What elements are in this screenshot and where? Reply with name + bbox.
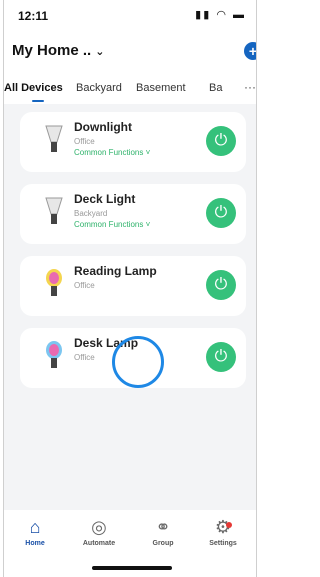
device-name: Downlight (74, 120, 132, 134)
device-card-reading-lamp[interactable]: Reading Lamp Office ⏻ (20, 256, 246, 316)
reading-lamp-bulb-icon (46, 269, 62, 296)
chevron-down-icon: ⌄ (95, 46, 105, 58)
room-tabs: All Devices Backyard Basement Ba ··· (4, 72, 256, 104)
wifi-icon: ◠ (216, 9, 228, 21)
touch-indicator (112, 336, 164, 388)
home-selector[interactable]: My Home .. ⌄ (12, 42, 104, 59)
home-icon: ⌂ (29, 517, 41, 537)
common-functions-link[interactable]: Common Functions ˅ (74, 220, 150, 229)
nav-settings-label: Settings (209, 540, 237, 547)
power-toggle-button[interactable]: ⏻ (206, 126, 236, 156)
tab-partial[interactable]: Ba (209, 82, 222, 94)
nav-home[interactable]: ⌂ Home (10, 518, 60, 547)
group-icon: ⚭ (155, 517, 171, 537)
common-functions-link[interactable]: Common Functions ˅ (74, 148, 150, 157)
add-device-button[interactable]: + (244, 42, 256, 60)
power-toggle-button[interactable]: ⏻ (206, 198, 236, 228)
gear-icon: ⚙ (214, 517, 232, 537)
device-room: Office (74, 281, 95, 290)
power-toggle-button[interactable]: ⏻ (206, 342, 236, 372)
status-time: 12:11 (18, 9, 49, 23)
deck-light-bulb-icon (45, 197, 63, 224)
automate-icon: ◎ (91, 517, 107, 537)
device-name: Reading Lamp (74, 264, 157, 278)
desk-lamp-bulb-icon (46, 341, 62, 368)
header: My Home .. ⌄ + (4, 30, 256, 78)
notification-dot (226, 522, 232, 528)
home-indicator (92, 566, 172, 570)
tab-basement[interactable]: Basement (136, 82, 186, 94)
device-card-deck-light[interactable]: Deck Light Backyard Common Functions ˅ ⏻ (20, 184, 246, 244)
status-bar: 12:11 ▮▮ ◠ ▬ (4, 0, 256, 30)
more-tabs-icon[interactable]: ··· (244, 80, 256, 94)
tab-all-devices[interactable]: All Devices (4, 82, 63, 94)
nav-automate[interactable]: ◎ Automate (74, 518, 124, 547)
nav-home-label: Home (25, 540, 45, 547)
nav-automate-label: Automate (82, 540, 116, 547)
device-room: Office (74, 137, 95, 146)
phone-frame: 12:11 ▮▮ ◠ ▬ My Home .. ⌄ + All Devices B… (3, 0, 257, 577)
nav-settings[interactable]: ⚙ Settings (198, 518, 248, 547)
battery-icon: ▬ (233, 9, 246, 21)
signal-icon: ▮▮ (195, 9, 212, 21)
status-icons: ▮▮ ◠ ▬ (195, 8, 246, 21)
downlight-bulb-icon (45, 125, 63, 152)
power-toggle-button[interactable]: ⏻ (206, 270, 236, 300)
nav-group-label: Group (152, 540, 174, 547)
device-card-downlight[interactable]: Downlight Office Common Functions ˅ ⏻ (20, 112, 246, 172)
device-room: Backyard (74, 209, 108, 218)
tab-backyard[interactable]: Backyard (76, 82, 122, 94)
nav-group[interactable]: ⚭ Group (138, 518, 188, 547)
active-tab-indicator (32, 100, 44, 102)
device-room: Office (74, 353, 95, 362)
home-title: My Home .. (12, 42, 92, 59)
device-name: Deck Light (74, 192, 136, 206)
